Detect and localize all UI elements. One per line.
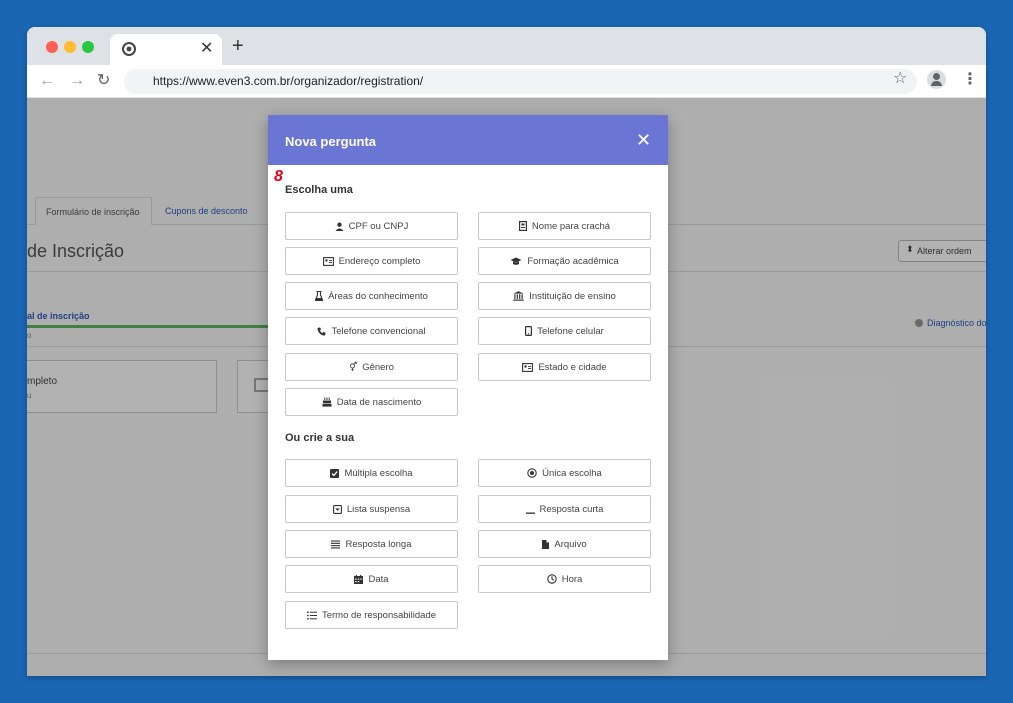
url-text: https://www.even3.com.br/organizador/reg…: [153, 74, 424, 88]
list-icon: [306, 611, 317, 619]
maximize-window-button[interactable]: [82, 41, 94, 53]
option-label: Formação acadêmica: [527, 255, 619, 267]
option-dropdown-list[interactable]: Lista suspensa: [285, 495, 458, 523]
option-mobile-phone[interactable]: Telefone celular: [478, 317, 651, 345]
forward-icon[interactable]: →: [69, 70, 85, 92]
address-bar[interactable]: https://www.even3.com.br/organizador/reg…: [124, 69, 917, 94]
option-label: Telefone convencional: [331, 325, 426, 337]
option-short-answer[interactable]: Resposta curta: [478, 495, 651, 523]
calendar-icon: [354, 574, 364, 584]
reload-icon[interactable]: ↻: [97, 70, 110, 92]
option-gender[interactable]: ⚥ Gênero: [285, 353, 458, 381]
institution-icon: [513, 291, 524, 301]
new-tab-button[interactable]: +: [232, 35, 244, 57]
clock-icon: [546, 574, 557, 584]
option-multiple-choice[interactable]: Múltipla escolha: [285, 459, 458, 487]
section-title-create: Ou crie a sua: [285, 432, 355, 444]
option-knowledge-areas[interactable]: Áreas do conhecimento: [285, 282, 458, 310]
close-window-button[interactable]: [46, 41, 58, 53]
back-icon[interactable]: ←: [39, 70, 55, 92]
option-file[interactable]: Arquivo: [478, 530, 651, 558]
close-tab-icon[interactable]: ✕: [200, 39, 213, 59]
option-single-choice[interactable]: Única escolha: [478, 459, 651, 487]
section-title-choose: Escolha uma: [285, 184, 353, 196]
address-card-icon: [522, 362, 534, 372]
option-full-address[interactable]: Endereço completo: [285, 247, 458, 275]
gender-icon: ⚥: [349, 361, 358, 372]
modal-header: Nova pergunta ✕: [268, 115, 668, 165]
profile-icon[interactable]: [927, 70, 946, 89]
option-label: Nome para crachá: [531, 220, 611, 232]
option-label: Telefone celular: [537, 325, 604, 337]
option-cpf-cnpj[interactable]: CPF ou CNPJ: [285, 212, 458, 240]
option-label: Única escolha: [542, 467, 602, 479]
bookmark-star-icon[interactable]: ☆: [893, 69, 907, 89]
option-institution[interactable]: Instituição de ensino: [478, 282, 651, 310]
option-landline-phone[interactable]: Telefone convencional: [285, 317, 458, 345]
option-label: Lista suspensa: [346, 503, 411, 515]
flask-icon: [315, 291, 324, 301]
modal-title: Nova pergunta: [285, 134, 377, 149]
short-line-icon: [525, 512, 535, 514]
option-label: Resposta curta: [539, 503, 604, 515]
option-long-answer[interactable]: Resposta longa: [285, 530, 458, 558]
option-state-city[interactable]: Estado e cidade: [478, 353, 651, 381]
birthday-cake-icon: [322, 397, 332, 407]
radio-icon: [527, 468, 537, 478]
option-responsibility-term[interactable]: Termo de responsabilidade: [285, 601, 458, 629]
mobile-icon: [525, 326, 533, 336]
close-icon[interactable]: ✕: [636, 129, 651, 151]
checkbox-icon: [330, 468, 340, 478]
option-birth-date[interactable]: Data de nascimento: [285, 388, 458, 416]
option-badge-name[interactable]: Nome para crachá: [478, 212, 651, 240]
step-number-badge: 8: [274, 168, 283, 185]
browser-tab[interactable]: ✕: [110, 34, 222, 65]
option-label: Termo de responsabilidade: [321, 609, 437, 621]
graduation-cap-icon: [510, 257, 522, 265]
option-label: Múltipla escolha: [344, 467, 413, 479]
chrome-icon: [122, 42, 136, 56]
option-label: Arquivo: [554, 538, 587, 550]
option-label: CPF ou CNPJ: [348, 220, 409, 232]
badge-icon: [518, 221, 527, 231]
option-time[interactable]: Hora: [478, 565, 651, 593]
more-menu-icon[interactable]: ⋮: [962, 70, 978, 90]
new-question-modal: Nova pergunta ✕ 8 Escolha uma CPF ou CNP…: [268, 115, 668, 660]
option-label: Gênero: [362, 361, 394, 373]
option-label: Endereço completo: [338, 255, 421, 267]
option-label: Instituição de ensino: [529, 290, 616, 302]
option-academic-background[interactable]: Formação acadêmica: [478, 247, 651, 275]
option-label: Áreas do conhecimento: [328, 290, 428, 302]
address-card-icon: [322, 256, 334, 266]
option-date[interactable]: Data: [285, 565, 458, 593]
minimize-window-button[interactable]: [64, 41, 76, 53]
dropdown-icon: [332, 504, 342, 514]
option-label: Resposta longa: [345, 538, 412, 550]
option-label: Data: [368, 573, 389, 585]
option-label: Estado e cidade: [538, 361, 607, 373]
user-icon: [335, 222, 344, 231]
option-label: Data de nascimento: [336, 396, 422, 408]
option-label: Hora: [561, 573, 583, 585]
phone-icon: [317, 326, 327, 336]
paragraph-icon: [331, 540, 341, 548]
file-icon: [542, 539, 550, 549]
browser-toolbar: ← → ↻ https://www.even3.com.br/organizad…: [27, 65, 986, 98]
tab-bar: ✕ +: [27, 27, 986, 65]
